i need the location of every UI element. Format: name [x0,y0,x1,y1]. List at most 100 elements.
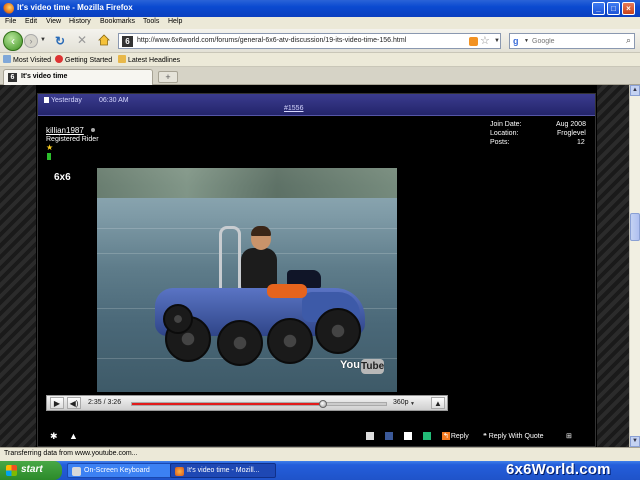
bookmark-latest-headlines[interactable]: Latest Headlines [118,55,180,64]
stop-icon[interactable]: ✕ [77,33,87,47]
rank-star-icon: ★ [46,143,54,152]
search-input[interactable] [532,36,622,46]
menu-bar: File Edit View History Bookmarks Tools H… [0,17,640,29]
task-firefox[interactable]: It's video time - Mozill... [170,463,276,478]
home-icon[interactable] [98,34,110,46]
location-label: Location: [490,130,519,137]
reload-icon[interactable]: ↻ [55,34,65,48]
location-value: Froglevel [557,130,586,137]
forward-button[interactable]: › [24,34,38,48]
url-bar[interactable]: 6 http://www.6x6world.com/forums/general… [118,33,501,49]
url-dropdown-icon[interactable]: ▼ [494,38,500,44]
menu-file[interactable]: File [5,18,16,25]
play-icon[interactable]: ▶ [50,397,64,409]
post-user-info: killian1987 Registered Rider ★ Join Date… [38,117,595,161]
multi-quote-icon[interactable]: ⊞ [566,432,572,440]
expand-icon[interactable]: ▲ [431,397,445,409]
windows-flag-icon [6,465,17,476]
minimize-button[interactable]: _ [592,2,605,15]
scroll-down-icon[interactable]: ▼ [630,436,640,447]
user-title: Registered Rider [46,136,99,143]
menu-view[interactable]: View [46,18,61,25]
google-engine-icon[interactable]: g [513,36,519,46]
search-icon[interactable]: ⌕ [626,35,631,46]
menu-help[interactable]: Help [168,18,182,25]
post-footer: ✱ ▲ ↰ Reply ❝ Reply With Quote ⊞ [38,428,595,446]
site-watermark: 6x6World.com [506,461,611,478]
vertical-scrollbar[interactable]: ▲ ▼ [629,85,640,447]
post-page-icon [44,97,49,103]
reply-icon: ↰ [443,433,451,440]
status-bar: Transferring data from www.youtube.com..… [0,447,640,461]
atv-rollbar [219,226,241,296]
bookmark-getting-started[interactable]: Getting Started [55,55,112,64]
back-button[interactable]: ‹ [3,31,23,51]
menu-bookmarks[interactable]: Bookmarks [100,18,135,25]
join-date-label: Join Date: [490,121,522,128]
page-content: Yesterday 06:30 AM #1556 killian1987 Reg… [0,85,629,447]
bookmarks-toolbar: Most Visited Getting Started Latest Head… [0,53,640,67]
video-tree-line [97,168,397,198]
posts-label: Posts: [490,139,510,146]
posts-value: 12 [577,139,585,146]
forum-post: Yesterday 06:30 AM #1556 killian1987 Reg… [37,93,596,447]
windows-taskbar: start On-Screen Keyboard It's video time… [0,461,640,480]
rss-feed-icon[interactable] [469,37,478,46]
video-progress-fill [132,403,323,405]
menu-edit[interactable]: Edit [25,18,37,25]
video-controls: ▶ ◀) 2:35 / 3:26 360p ▼ ▲ [46,395,448,411]
task-on-screen-keyboard[interactable]: On-Screen Keyboard [67,463,173,478]
share-icon[interactable] [366,432,374,441]
close-button[interactable]: × [622,2,635,15]
post-date: Yesterday [44,97,82,104]
social-icon[interactable] [385,432,393,441]
atv-wheel [315,308,361,354]
engine-dropdown-icon[interactable]: ▼ [524,38,529,44]
navigation-toolbar: ‹ › ▼ ↻ ✕ 6 http://www.6x6world.com/foru… [0,29,640,53]
post-message: 6x6 [54,172,71,183]
volume-icon[interactable]: ◀) [67,397,81,409]
keyboard-icon [72,467,81,476]
url-text[interactable]: http://www.6x6world.com/forums/general-6… [137,37,406,44]
rider-shorts [267,284,307,298]
history-dropdown-icon[interactable]: ▼ [40,37,46,43]
tab-favicon-icon: 6 [8,73,17,82]
new-tab-button[interactable]: + [158,71,178,83]
video-progress-bar[interactable] [131,400,387,408]
reputation-bar-icon [47,153,51,160]
maximize-button[interactable]: □ [607,2,620,15]
atv-wheel [267,318,313,364]
firefox-icon [3,3,14,14]
search-bar[interactable]: g ▼ ⌕ [509,33,635,49]
post-number-link[interactable]: #1556 [284,105,303,112]
bookmark-star-icon[interactable]: ☆ [480,34,490,47]
bookmark-most-visited[interactable]: Most Visited [3,55,51,64]
left-border-pattern [0,85,36,447]
scroll-up-icon[interactable]: ▲ [630,85,640,96]
status-text: Transferring data from www.youtube.com..… [4,450,138,457]
tab-bar: 6 It's video time + [0,67,640,85]
site-favicon-icon: 6 [122,36,133,47]
window-titlebar: It's video time - Mozilla Firefox _ □ × [0,0,640,17]
menu-history[interactable]: History [69,18,91,25]
menu-tools[interactable]: Tools [143,18,159,25]
quality-dropdown-icon[interactable]: ▼ [410,401,415,407]
post-username[interactable]: killian1987 [46,126,84,135]
report-post-icon[interactable]: ▲ [69,431,78,441]
video-timecode: 2:35 / 3:26 [88,399,122,406]
youtube-logo[interactable]: You Tube [340,359,384,375]
bookmark-site-icon[interactable] [404,432,412,441]
video-seek-handle[interactable] [318,400,327,408]
window-title: It's video time - Mozilla Firefox [17,3,133,12]
quality-selector[interactable]: 360p [393,399,409,406]
digg-icon[interactable] [423,432,431,441]
tab-its-video-time[interactable]: 6 It's video time [3,69,153,85]
start-button[interactable]: start [0,461,62,480]
online-status-icon [91,128,95,132]
folder-icon [3,55,11,63]
scrollbar-thumb[interactable] [630,213,640,241]
reply-button[interactable]: ↰ Reply [443,432,469,440]
reply-with-quote-button[interactable]: ❝ Reply With Quote [483,432,544,440]
join-date-value: Aug 2008 [556,121,586,128]
post-status-icon: ✱ [50,431,58,441]
